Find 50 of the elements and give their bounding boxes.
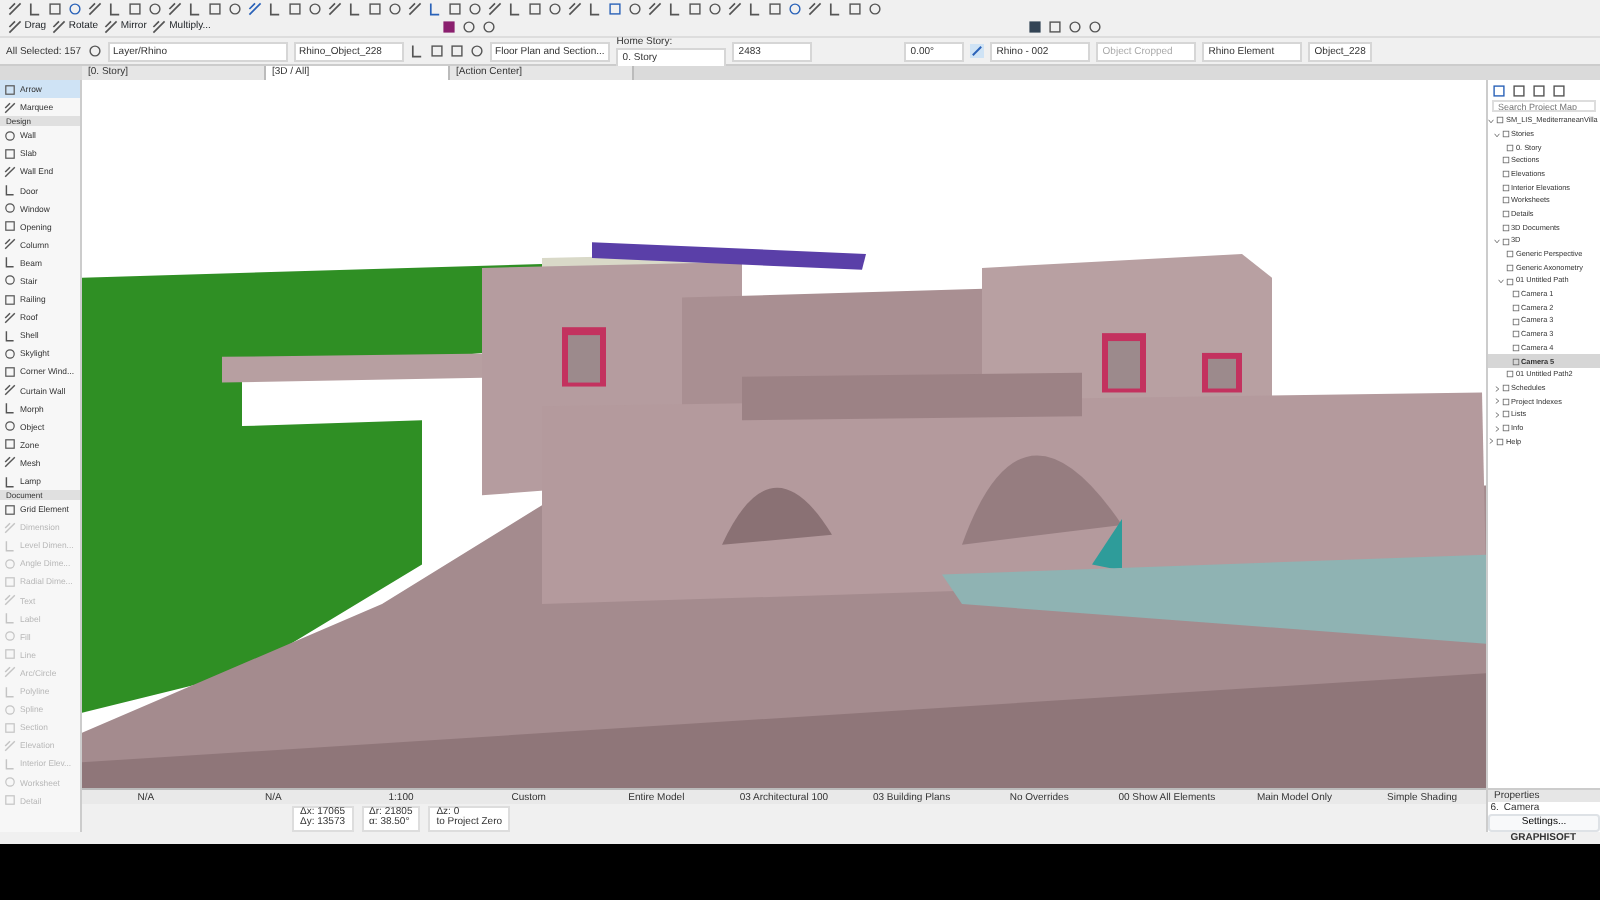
circle-icon[interactable] xyxy=(228,2,242,16)
tool-icon[interactable] xyxy=(4,456,16,469)
tool-icon[interactable] xyxy=(4,503,16,516)
line-tool-icon[interactable] xyxy=(28,2,42,16)
circle-icon[interactable] xyxy=(308,2,322,16)
circle-icon[interactable] xyxy=(468,2,482,16)
line-tool-icon[interactable] xyxy=(268,2,282,16)
tool-icon[interactable] xyxy=(4,101,16,114)
line-tool-icon[interactable] xyxy=(348,2,362,16)
circle-icon[interactable] xyxy=(68,2,82,16)
frame-icon[interactable] xyxy=(528,2,542,16)
circle-icon[interactable] xyxy=(469,44,484,58)
line-tool-icon[interactable] xyxy=(828,2,842,16)
line-tool-icon[interactable] xyxy=(508,2,522,16)
circle-icon[interactable] xyxy=(788,2,802,16)
square-icon[interactable] xyxy=(1028,20,1043,34)
line-tool-icon[interactable] xyxy=(748,2,762,16)
circle-icon[interactable] xyxy=(548,2,562,16)
frame-icon[interactable] xyxy=(608,2,622,16)
frame-icon[interactable] xyxy=(48,2,62,16)
circle-icon[interactable] xyxy=(482,20,497,34)
frame-icon[interactable] xyxy=(128,2,142,16)
frame-icon[interactable] xyxy=(768,2,782,16)
tool-icon[interactable] xyxy=(4,311,16,324)
frame-icon[interactable] xyxy=(368,2,382,16)
circle-icon[interactable] xyxy=(1088,20,1103,34)
circle-icon[interactable] xyxy=(868,2,882,16)
circle-icon[interactable] xyxy=(628,2,642,16)
frame-icon[interactable] xyxy=(208,2,222,16)
tool-icon[interactable] xyxy=(4,384,16,397)
frame-icon[interactable] xyxy=(1048,20,1063,34)
tool-icon[interactable] xyxy=(4,475,16,488)
tool-icon[interactable] xyxy=(4,83,16,96)
tool-icon[interactable] xyxy=(4,238,16,251)
material-swatch-icon[interactable] xyxy=(442,20,457,34)
circle-icon[interactable] xyxy=(708,2,722,16)
frame-icon[interactable] xyxy=(848,2,862,16)
circle-icon[interactable] xyxy=(148,2,162,16)
pen-icon[interactable] xyxy=(970,44,985,58)
line-tool-icon[interactable] xyxy=(428,2,442,16)
line-tool-icon[interactable] xyxy=(188,2,202,16)
frame-icon[interactable] xyxy=(288,2,302,16)
caret-down-icon[interactable] xyxy=(1498,278,1504,285)
frame-icon[interactable] xyxy=(688,2,702,16)
line-tool-icon[interactable] xyxy=(588,2,602,16)
frame-icon[interactable] xyxy=(448,2,462,16)
circle-icon[interactable] xyxy=(388,2,402,16)
line-tool-icon[interactable] xyxy=(668,2,682,16)
line-tool-icon[interactable] xyxy=(108,2,122,16)
tool-icon[interactable] xyxy=(4,165,16,178)
